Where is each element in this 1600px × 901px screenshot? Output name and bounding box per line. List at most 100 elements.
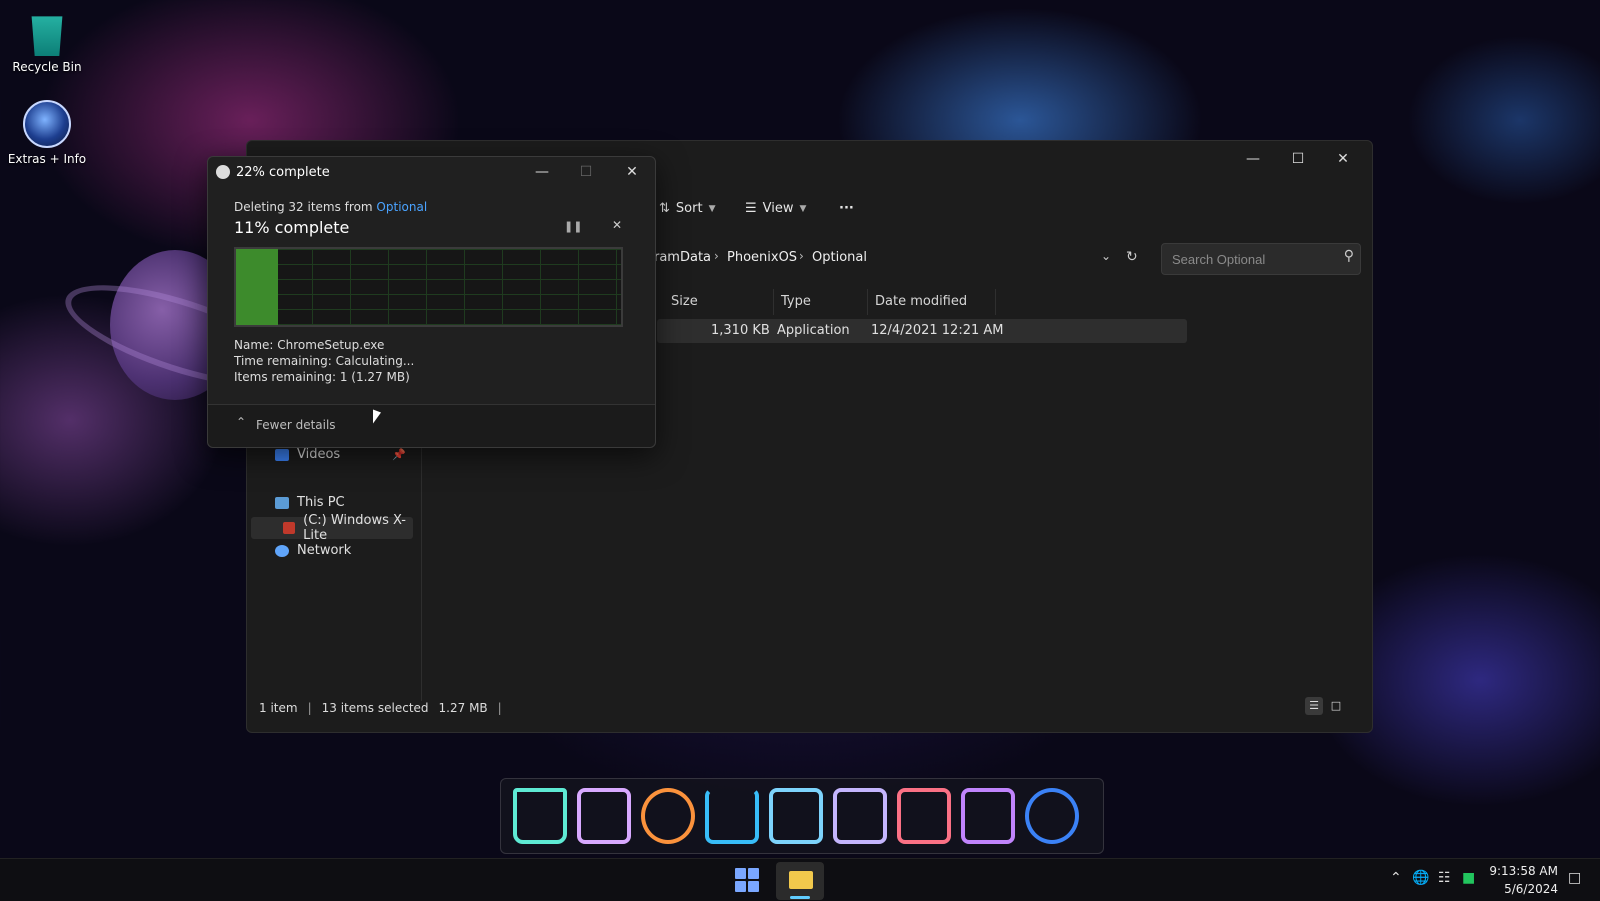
minimize-button[interactable]: — xyxy=(1234,147,1272,171)
cancel-button[interactable]: ✕ xyxy=(612,218,622,232)
folder-icon xyxy=(789,871,813,889)
details-view-icon[interactable]: ☰ xyxy=(1305,697,1323,715)
video-icon[interactable] xyxy=(897,788,951,844)
camera-icon[interactable] xyxy=(961,788,1015,844)
drive-icon xyxy=(283,522,296,534)
chevron-right-icon: › xyxy=(799,249,804,263)
nav-item-this-pc[interactable]: This PC xyxy=(275,495,345,510)
status-separator: | xyxy=(307,701,312,715)
nav-item-c-drive[interactable]: (C:) Windows X-Lite xyxy=(251,513,413,543)
taskbar-file-explorer[interactable] xyxy=(776,862,824,900)
cell-type: Application xyxy=(777,323,850,338)
desktop-icon-label: Extras + Info xyxy=(7,152,87,166)
maximize-button[interactable]: ☐ xyxy=(1279,147,1317,171)
active-indicator xyxy=(790,896,810,899)
app-dock xyxy=(500,778,1104,854)
sort-button[interactable]: ⇅ Sort ▼ xyxy=(659,201,715,216)
delete-progress-dialog: 22% complete — ☐ ✕ Deleting 32 items fro… xyxy=(207,156,656,448)
fewer-details-button[interactable]: ⌃ Fewer details xyxy=(208,404,655,447)
nav-label: Videos xyxy=(297,447,341,462)
maximize-button: ☐ xyxy=(579,164,593,180)
start-button[interactable] xyxy=(735,868,759,892)
chevron-up-icon: ⌃ xyxy=(236,415,247,429)
pause-button[interactable]: ❚❚ xyxy=(564,220,582,233)
dialog-title: 22% complete xyxy=(236,165,330,180)
download-icon[interactable] xyxy=(705,788,759,844)
progress-fill xyxy=(236,249,279,325)
clock[interactable]: 9:13:58 AM 5/6/2024 xyxy=(1489,862,1558,898)
notifications-icon[interactable]: □ xyxy=(1568,870,1581,886)
computer-icon xyxy=(275,496,289,509)
security-icon[interactable]: ■ xyxy=(1462,870,1475,886)
desktop-icon-label: Recycle Bin xyxy=(12,60,82,74)
info-icon[interactable] xyxy=(769,788,823,844)
view-button[interactable]: ☰ View ▼ xyxy=(745,201,806,216)
chevron-down-icon: ▼ xyxy=(799,203,807,214)
status-item-count: 1 item xyxy=(259,701,298,715)
search-input[interactable] xyxy=(1170,249,1334,269)
column-header-type[interactable]: Type xyxy=(775,289,868,315)
source-folder-link[interactable]: Optional xyxy=(376,200,427,214)
table-row[interactable]: 1,310 KB Application 12/4/2021 12:21 AM xyxy=(657,319,1187,343)
trash-icon[interactable] xyxy=(513,788,567,844)
progress-graph xyxy=(234,247,623,327)
close-button[interactable]: ✕ xyxy=(1324,147,1362,171)
nav-label: This PC xyxy=(297,495,345,510)
nav-label: (C:) Windows X-Lite xyxy=(303,513,406,543)
music-icon[interactable] xyxy=(1025,788,1079,844)
chevron-down-icon: ▼ xyxy=(708,203,716,214)
pin-icon: 📌 xyxy=(392,448,406,461)
chevron-right-icon: › xyxy=(714,249,719,263)
address-dropdown-icon[interactable]: ⌄ xyxy=(1101,249,1111,263)
cell-size: 1,310 KB xyxy=(711,323,770,338)
column-header-date[interactable]: Date modified xyxy=(869,289,996,315)
search-box[interactable]: ⚲ xyxy=(1161,243,1361,275)
deleting-status: Deleting 32 items from Optional xyxy=(234,200,427,214)
status-bar: 1 item | 13 items selected 1.27 MB | xyxy=(259,701,502,715)
chevron-up-icon[interactable]: ⌃ xyxy=(1390,870,1402,886)
sort-icon: ⇅ xyxy=(659,201,670,216)
items-remaining: Items remaining: 1 (1.27 MB) xyxy=(234,370,410,384)
refresh-icon[interactable]: ↻ xyxy=(1126,249,1138,265)
taskbar: ⌃ 🌐 ☷ ■ 9:13:58 AM 5/6/2024 □ xyxy=(0,858,1600,901)
nav-item-videos[interactable]: Videos 📌 xyxy=(275,447,406,462)
minimize-button[interactable]: — xyxy=(528,160,556,184)
nav-divider xyxy=(421,441,422,701)
monitor-icon[interactable] xyxy=(577,788,631,844)
nav-label: Network xyxy=(297,543,352,558)
search-icon[interactable]: ⚲ xyxy=(1344,248,1354,264)
status-size: 1.27 MB xyxy=(438,701,488,715)
view-icon: ☰ xyxy=(745,201,757,216)
status-separator: | xyxy=(497,701,502,715)
status-selected: 13 items selected xyxy=(321,701,429,715)
tiles-view-icon[interactable]: □ xyxy=(1327,697,1345,715)
recycle-bin-icon xyxy=(31,16,63,56)
language-icon[interactable]: 🌐 xyxy=(1412,870,1429,886)
clock-date: 5/6/2024 xyxy=(1504,882,1558,896)
more-options-button[interactable]: ··· xyxy=(839,201,854,216)
clock-time: 9:13:58 AM xyxy=(1489,864,1558,878)
time-remaining: Time remaining: Calculating... xyxy=(234,354,415,368)
desktop-icon-extras-info[interactable]: Extras + Info xyxy=(2,100,92,166)
settings-icon[interactable] xyxy=(641,788,695,844)
mouse-cursor xyxy=(373,409,381,427)
fewer-details-label: Fewer details xyxy=(256,418,336,432)
cell-date: 12/4/2021 12:21 AM xyxy=(871,323,1004,338)
view-label: View xyxy=(762,201,794,216)
list-icon[interactable] xyxy=(833,788,887,844)
clock-icon xyxy=(216,165,230,179)
breadcrumb-item[interactable]: PhoenixOS xyxy=(727,250,797,265)
network-icon xyxy=(275,544,289,557)
file-name: Name: ChromeSetup.exe xyxy=(234,338,385,352)
close-button[interactable]: ✕ xyxy=(618,160,646,184)
progress-percent: 11% complete xyxy=(234,218,350,237)
breadcrumb-item[interactable]: ramData xyxy=(654,250,711,265)
column-header-size[interactable]: Size xyxy=(665,289,774,315)
globe-icon xyxy=(23,100,71,148)
desktop-icon-recycle-bin[interactable]: Recycle Bin xyxy=(2,12,92,74)
deleting-text: Deleting 32 items from xyxy=(234,200,377,214)
videos-icon xyxy=(275,448,289,461)
network-status-icon[interactable]: ☷ xyxy=(1438,870,1451,886)
nav-item-network[interactable]: Network xyxy=(275,543,351,558)
breadcrumb-item[interactable]: Optional xyxy=(812,250,867,265)
